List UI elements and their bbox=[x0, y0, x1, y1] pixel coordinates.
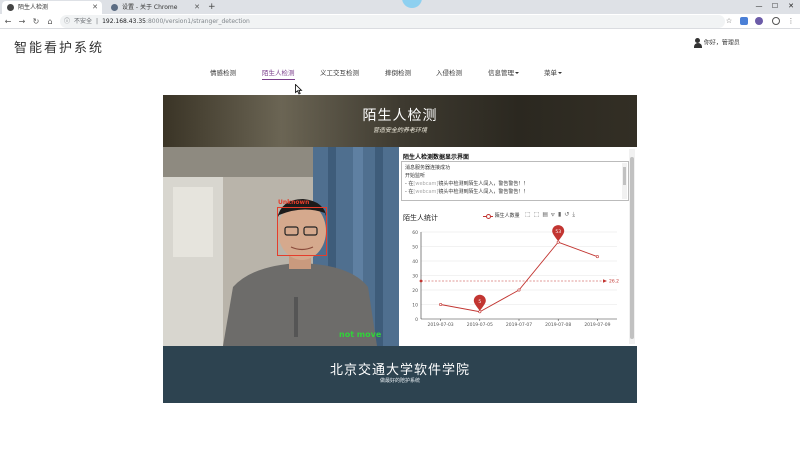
nav-item-stranger[interactable]: 陌生人检测 bbox=[262, 68, 295, 80]
y-tick-label: 0 bbox=[415, 317, 418, 323]
site-title: 智能看护系统 bbox=[14, 41, 105, 56]
log-title: 陌生人检测数据显示界面 bbox=[403, 154, 470, 161]
data-point bbox=[595, 255, 599, 259]
maximize-icon[interactable]: ☐ bbox=[768, 0, 782, 13]
banner: 陌生人检测 营造安全的养老环境 bbox=[163, 95, 637, 147]
home-icon[interactable]: ⌂ bbox=[45, 15, 55, 28]
data-point bbox=[556, 240, 560, 244]
footer: 北京交通大学软件学院 做最好的陪护系统 bbox=[163, 346, 637, 403]
url-path: :8000/version1/stranger_detection bbox=[145, 18, 250, 25]
footer-title: 北京交通大学软件学院 bbox=[329, 363, 470, 378]
log-scrollbar[interactable] bbox=[622, 163, 627, 199]
user-icon bbox=[694, 38, 702, 48]
x-tick-label: 2019-07-08 bbox=[545, 322, 571, 328]
y-tick-label: 30 bbox=[412, 273, 418, 279]
nav-item-fall[interactable]: 摔倒检测 bbox=[385, 68, 411, 79]
window-close-icon[interactable]: ✕ bbox=[784, 0, 798, 13]
gear-icon bbox=[111, 4, 118, 11]
browser-tab-title: 陌生人检测 bbox=[18, 4, 49, 11]
security-label: 不安全 bbox=[74, 18, 93, 25]
mark-line-arrow bbox=[603, 279, 607, 283]
star-icon[interactable]: ☆ bbox=[725, 17, 733, 25]
close-tab-icon[interactable]: ✕ bbox=[194, 1, 200, 14]
log-line: 开始监听 bbox=[405, 173, 426, 179]
nav-item-info-management[interactable]: 信息管理 bbox=[488, 68, 519, 79]
url-host: 192.168.43.35 bbox=[102, 18, 146, 25]
mark-point-label: 53 bbox=[555, 229, 561, 235]
extension-icon[interactable] bbox=[740, 17, 748, 25]
y-tick-label: 50 bbox=[412, 244, 418, 250]
y-tick-label: 20 bbox=[412, 288, 418, 294]
log-box[interactable]: 消息服务器连接成功 开始监听 - 在[webcam]镜头中检测到陌生人闯入，警告… bbox=[401, 161, 629, 201]
series-line bbox=[440, 241, 598, 313]
log-line: 消息服务器连接成功 bbox=[405, 165, 451, 171]
caret-down-icon bbox=[515, 72, 519, 74]
profile-avatar-icon[interactable] bbox=[772, 17, 780, 25]
nav-item-menu[interactable]: 菜单 bbox=[544, 68, 562, 79]
browser-tab-settings[interactable]: 设置 - 关于 Chrome ✕ bbox=[106, 1, 204, 14]
reload-icon[interactable]: ↻ bbox=[31, 15, 41, 28]
log-line: - 在[webcam]镜头中检测到陌生人闯入，警告警告！！ bbox=[405, 189, 529, 195]
minimize-icon[interactable]: — bbox=[752, 0, 766, 13]
main-nav: 情感检测 陌生人检测 义工交互检测 摔倒检测 入侵检测 信息管理 菜单 bbox=[0, 68, 800, 80]
mark-line-label: 26.2 bbox=[609, 279, 619, 285]
close-tab-icon[interactable]: ✕ bbox=[92, 1, 98, 14]
data-display-area: 陌生人检测数据显示界面 消息服务器连接成功 开始监听 - 在[webcam]镜头… bbox=[399, 147, 637, 346]
y-tick-label: 60 bbox=[412, 230, 418, 236]
data-point bbox=[478, 310, 482, 314]
face-label: Unknown bbox=[278, 199, 310, 206]
x-tick-label: 2019-07-05 bbox=[467, 322, 493, 328]
log-line: - 在[webcam]镜头中检测到陌生人闯入，警告警告！！ bbox=[405, 181, 529, 187]
nav-item-intrusion[interactable]: 入侵检测 bbox=[436, 68, 462, 79]
kebab-menu-icon[interactable]: ⋮ bbox=[787, 17, 795, 25]
caret-down-icon bbox=[558, 72, 562, 74]
extension-icon[interactable] bbox=[755, 17, 763, 25]
nav-item-label: 信息管理 bbox=[488, 69, 514, 77]
motion-status-label: not move bbox=[339, 330, 382, 339]
address-bar[interactable]: ⓘ 不安全 | 192.168.43.35:8000/version1/strange… bbox=[60, 15, 725, 28]
face-bounding-box bbox=[277, 207, 327, 256]
mark-point-label: 5 bbox=[478, 299, 481, 305]
user-greeting: 你好，管理员 bbox=[703, 39, 740, 47]
x-tick-label: 2019-07-09 bbox=[584, 322, 610, 328]
nav-item-volunteer[interactable]: 义工交互检测 bbox=[320, 68, 359, 79]
panel-scrollbar[interactable] bbox=[629, 149, 635, 344]
main-panel: 陌生人检测 营造安全的养老环境 Unknown not move 陌生人检测数据… bbox=[163, 95, 637, 403]
footer-subtitle: 做最好的陪护系统 bbox=[379, 378, 420, 384]
user-menu[interactable]: 你好，管理员 bbox=[694, 38, 740, 49]
x-tick-label: 2019-07-07 bbox=[506, 322, 532, 328]
nav-item-emotion[interactable]: 情感检测 bbox=[210, 68, 236, 79]
back-arrow-icon[interactable]: ← bbox=[3, 15, 13, 28]
x-tick-label: 2019-07-03 bbox=[428, 322, 454, 328]
new-tab-button[interactable]: + bbox=[208, 1, 216, 13]
y-tick-label: 10 bbox=[412, 302, 418, 308]
camera-feed: Unknown not move bbox=[163, 147, 399, 346]
mouse-cursor-icon bbox=[295, 84, 303, 95]
data-point bbox=[517, 288, 521, 292]
forward-arrow-icon[interactable]: → bbox=[17, 15, 27, 28]
banner-title: 陌生人检测 bbox=[362, 108, 438, 124]
nav-item-label: 菜单 bbox=[544, 69, 557, 77]
line-chart: 0 10 20 30 40 50 60 2019-07-03 2019-07-05 2019-07… bbox=[412, 225, 619, 328]
data-point bbox=[439, 303, 443, 307]
page-favicon-icon bbox=[7, 4, 14, 11]
profile-bubble bbox=[402, 0, 422, 8]
banner-subtitle: 营造安全的养老环境 bbox=[372, 127, 427, 134]
mark-line-start bbox=[419, 279, 423, 283]
info-icon: ⓘ bbox=[64, 18, 71, 25]
browser-tab-strip: 陌生人检测 ✕ 设置 - 关于 Chrome ✕ + — ☐ ✕ bbox=[0, 0, 800, 14]
browser-toolbar: ← → ↻ ⌂ ⓘ 不安全 | 192.168.43.35:8000/version1… bbox=[0, 14, 800, 29]
y-tick-label: 40 bbox=[412, 259, 418, 265]
browser-tab-active[interactable]: 陌生人检测 ✕ bbox=[2, 1, 102, 14]
browser-tab-title: 设置 - 关于 Chrome bbox=[122, 4, 178, 11]
